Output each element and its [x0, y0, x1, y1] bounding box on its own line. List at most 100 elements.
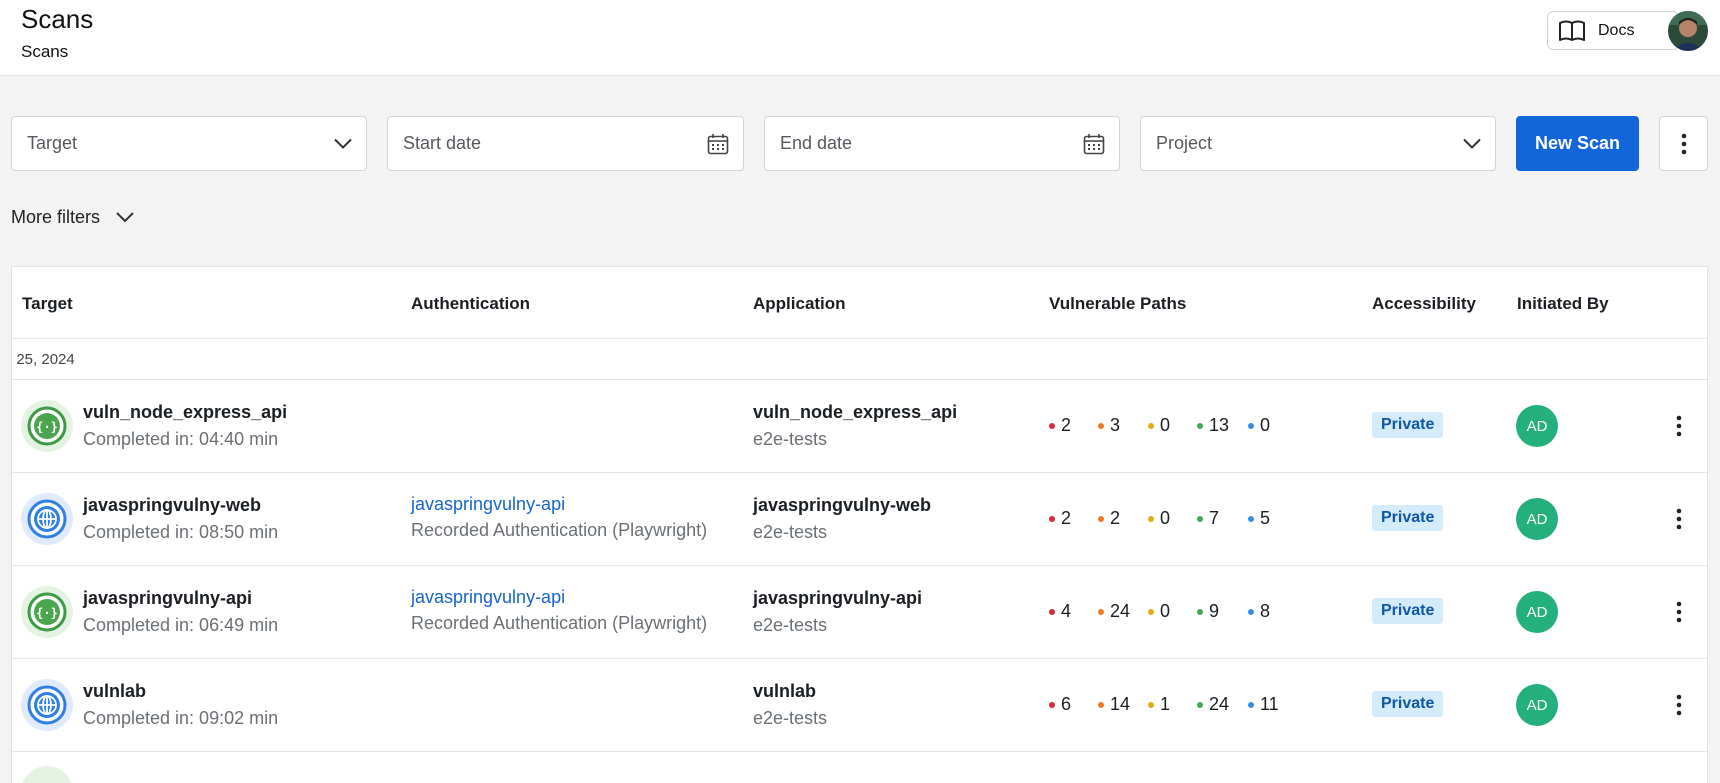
- critical-count-value: 4: [1061, 601, 1072, 621]
- end-date-placeholder: End date: [780, 133, 853, 153]
- row-actions-button[interactable]: [1667, 598, 1691, 626]
- target-select-value: Target: [27, 133, 78, 153]
- project-select[interactable]: Project: [1140, 116, 1496, 171]
- row-actions-button[interactable]: [1667, 412, 1691, 440]
- application-project: e2e-tests: [753, 708, 828, 728]
- accessibility-badge: Private: [1372, 412, 1444, 438]
- critical-count-value: 2: [1061, 415, 1072, 435]
- globe-icon: [21, 493, 73, 545]
- table-row[interactable]: {·} vuln_node_express_api Completed in: …: [12, 380, 1707, 473]
- api-target-icon: {·}: [21, 586, 73, 638]
- high-count-value: 14: [1110, 694, 1131, 714]
- more-actions-button[interactable]: [1659, 116, 1708, 171]
- high-count-value: 2: [1110, 508, 1121, 528]
- api-target-icon: [21, 766, 73, 783]
- info-count: 11: [1248, 694, 1279, 715]
- chevron-down-icon: [1463, 138, 1481, 149]
- application-project: e2e-tests: [753, 522, 828, 542]
- medium-count: 0: [1148, 415, 1170, 436]
- medium-count-value: 0: [1160, 415, 1171, 435]
- row-actions-button[interactable]: [1667, 691, 1691, 719]
- critical-count-value: 6: [1061, 694, 1072, 714]
- new-scan-button[interactable]: New Scan: [1516, 116, 1639, 171]
- info-count-value: 5: [1260, 508, 1271, 528]
- table-row[interactable]: javaspringvulny-web Completed in: 08:50 …: [12, 473, 1707, 566]
- application-project: e2e-tests: [753, 615, 828, 635]
- kebab-icon: [1676, 508, 1682, 530]
- authentication-link[interactable]: javaspringvulny-api: [411, 494, 565, 515]
- low-count: 13: [1197, 415, 1229, 436]
- column-header-accessibility[interactable]: Accessibility: [1372, 294, 1476, 314]
- completed-time: Completed in: 08:50 min: [83, 522, 279, 542]
- info-count: 8: [1248, 601, 1270, 622]
- start-date-input[interactable]: Start date: [387, 116, 744, 171]
- medium-count-value: 0: [1160, 601, 1171, 621]
- more-filters-toggle[interactable]: More filters: [11, 207, 134, 228]
- table-row[interactable]: {·} javaspringvulny-api Completed in: 06…: [12, 566, 1707, 659]
- date-group-row: : 25, 2024: [12, 339, 1707, 380]
- low-count-value: 13: [1209, 415, 1230, 435]
- initiator-avatar: AD: [1516, 405, 1558, 447]
- kebab-icon: [1676, 694, 1682, 716]
- calendar-icon[interactable]: [1083, 133, 1105, 155]
- target-name[interactable]: javaspringvulny-api: [83, 588, 252, 609]
- column-header-authentication[interactable]: Authentication: [411, 294, 530, 314]
- high-count: 14: [1098, 694, 1130, 715]
- low-count-value: 24: [1209, 694, 1230, 714]
- more-filters-label: More filters: [11, 207, 101, 227]
- authentication-link[interactable]: javaspringvulny-api: [411, 587, 565, 608]
- target-select[interactable]: Target: [11, 116, 367, 171]
- column-header-application[interactable]: Application: [753, 294, 846, 314]
- low-count: 9: [1197, 601, 1219, 622]
- medium-count: 0: [1148, 601, 1170, 622]
- completed-time: Completed in: 06:49 min: [83, 615, 279, 635]
- info-count: 0: [1248, 415, 1270, 436]
- api-target-icon: {·}: [21, 400, 73, 452]
- low-count: 7: [1197, 508, 1219, 529]
- top-bar: Scans Scans Docs: [0, 0, 1720, 76]
- application-name: vulnlab: [753, 681, 817, 701]
- project-select-value: Project: [1156, 133, 1213, 153]
- column-header-vulnerable-paths[interactable]: Vulnerable Paths: [1049, 294, 1186, 314]
- target-name[interactable]: javaspringvulny-web: [83, 495, 261, 516]
- chevron-down-icon: [116, 212, 134, 223]
- high-count-value: 24: [1110, 601, 1131, 621]
- critical-count: 4: [1049, 601, 1071, 622]
- critical-count: 2: [1049, 508, 1071, 529]
- book-icon: [1559, 20, 1585, 41]
- low-count-value: 9: [1209, 601, 1220, 621]
- globe-icon: [21, 679, 73, 731]
- accessibility-badge: Private: [1372, 691, 1444, 717]
- svg-text:{·}: {·}: [36, 420, 58, 434]
- initiator-avatar: AD: [1516, 498, 1558, 540]
- medium-count-value: 0: [1160, 508, 1171, 528]
- high-count-value: 3: [1110, 415, 1121, 435]
- application-project: e2e-tests: [753, 429, 828, 449]
- application-name: vuln_node_express_api: [753, 402, 958, 422]
- medium-count: 1: [1148, 694, 1170, 715]
- completed-time: Completed in: 04:40 min: [83, 429, 279, 449]
- start-date-placeholder: Start date: [403, 133, 482, 153]
- calendar-icon[interactable]: [707, 133, 729, 155]
- target-name[interactable]: vulnlab: [83, 681, 146, 702]
- table-row[interactable]: vulnlab Completed in: 09:02 min vulnlab …: [12, 659, 1707, 752]
- authentication-type: Recorded Authentication (Playwright): [411, 613, 708, 633]
- page-title: Scans: [21, 4, 94, 34]
- kebab-icon: [1681, 133, 1686, 154]
- column-header-target[interactable]: Target: [22, 294, 73, 314]
- info-count: 5: [1248, 508, 1270, 529]
- kebab-icon: [1676, 415, 1682, 437]
- end-date-input[interactable]: End date: [764, 116, 1120, 171]
- critical-count: 6: [1049, 694, 1071, 715]
- table-header: Target Authentication Application Vulner…: [12, 267, 1707, 339]
- column-header-initiated-by[interactable]: Initiated By: [1517, 294, 1609, 314]
- medium-count-value: 1: [1160, 694, 1171, 714]
- accessibility-badge: Private: [1372, 598, 1444, 624]
- breadcrumb[interactable]: Scans: [21, 42, 68, 62]
- docs-button[interactable]: Docs: [1547, 11, 1679, 50]
- row-actions-button[interactable]: [1667, 505, 1691, 533]
- date-group-label: : 25, 2024: [11, 351, 75, 368]
- target-name[interactable]: vuln_node_express_api: [83, 402, 287, 423]
- completed-time: Completed in: 09:02 min: [83, 708, 279, 728]
- user-avatar[interactable]: [1668, 11, 1708, 51]
